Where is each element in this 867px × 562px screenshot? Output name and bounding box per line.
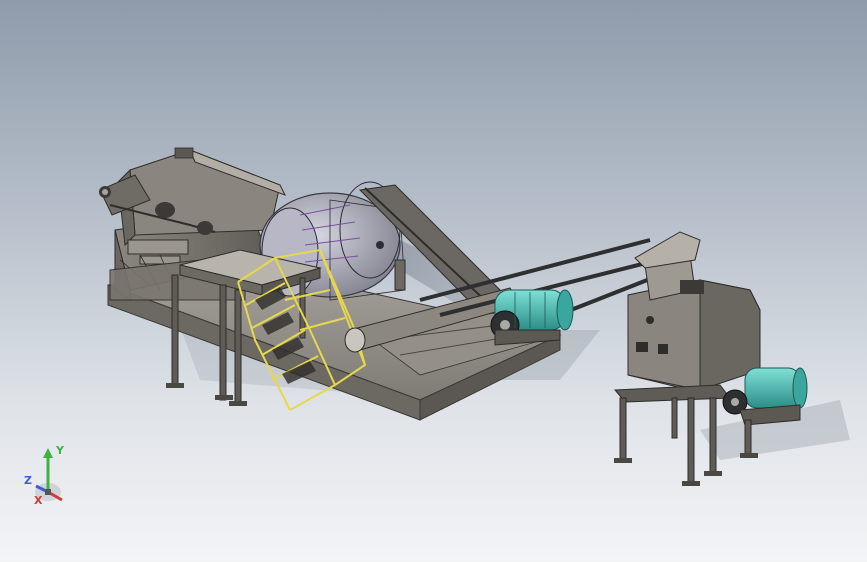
cad-model-view[interactable]	[0, 0, 867, 562]
hammer-mill-feet	[614, 458, 722, 486]
hammer-mill-stand[interactable]	[613, 384, 731, 484]
cad-viewport[interactable]: Y X Z	[0, 0, 867, 562]
coordinate-triad: Y X Z	[18, 440, 88, 520]
y-axis-arrowhead	[43, 448, 53, 458]
triad-graphic: Y X Z	[24, 444, 65, 507]
hammer-mill[interactable]	[627, 231, 761, 391]
x-axis-label: X	[34, 494, 43, 507]
y-axis-label: Y	[55, 444, 65, 457]
triad-origin	[45, 489, 51, 495]
z-axis-label: Z	[24, 474, 32, 487]
